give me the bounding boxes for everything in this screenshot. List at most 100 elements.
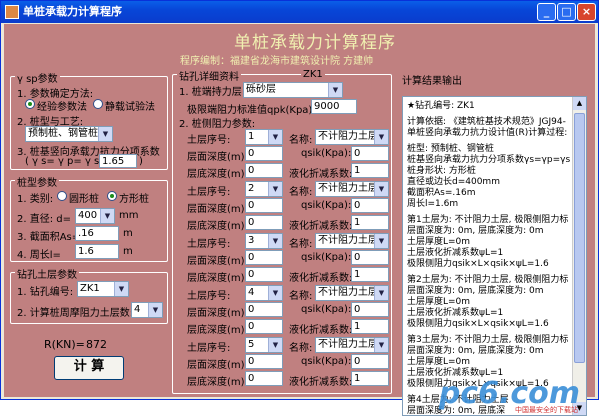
perimeter-input[interactable]: 1.6 (75, 244, 119, 259)
static-test-radio[interactable] (93, 99, 103, 109)
gamma-sp-group: γ sp参数 1. 参数确定方法: 经验参数法 静载试验法 2. 桩型与工艺: … (10, 70, 168, 170)
qpk-label: 极限端阻力标准值qpk(Kpa): (187, 105, 316, 116)
layer-qsik-label: qsik(Kpa): (301, 148, 352, 159)
output-textbox[interactable]: ★钻孔编号: ZK1 计算依据: 《建筑桩基技术规范》JGJ94- 单桩竖向承载力抗… (402, 96, 587, 416)
main-panel: 单桩承载力计算程序 程序编制：福建省龙海市建筑设计院 方建帅 γ sp参数 1.… (4, 24, 595, 416)
maximize-button[interactable]: □ (557, 3, 576, 21)
layer-top-input[interactable]: 0 (245, 198, 283, 213)
layer-top-input[interactable]: 0 (245, 250, 283, 265)
result-label: R(KN)= (44, 338, 85, 351)
round-pile-radio[interactable] (57, 191, 67, 201)
output-line: 桩身形状: 方形桩 (407, 166, 476, 176)
calculate-button[interactable]: 计 算 (54, 356, 124, 380)
output-line: 计算依据: 《建筑桩基技术规范》JGJ94- (407, 117, 566, 127)
layer-name-select[interactable]: 不计阻力土层 ▼ (315, 129, 389, 145)
layer-name-value: 不计阻力土层 (318, 339, 378, 350)
layer-name-select[interactable]: 不计阻力土层 ▼ (315, 285, 389, 301)
layer-top-label: 层面深度(m): (187, 360, 248, 371)
layer-seq-select[interactable]: 2 ▼ (245, 181, 283, 197)
layer-coef-input[interactable]: 1 (351, 319, 389, 334)
square-pile-radio[interactable] (107, 191, 117, 201)
layer-qsik-input[interactable]: 0 (351, 198, 389, 213)
qpk-input[interactable]: 9000 (311, 99, 357, 114)
layer-qsik-label: qsik(Kpa): (301, 252, 352, 263)
chevron-down-icon: ▼ (100, 209, 114, 223)
layer-coef-label: 液化折减系数: (289, 221, 353, 232)
layer-coef-input[interactable]: 1 (351, 371, 389, 386)
layer-bottom-input[interactable]: 0 (245, 371, 283, 386)
output-line: 单桩竖向承载力抗力设计值(R)计算过程: (407, 128, 568, 138)
layer-qsik-label: qsik(Kpa): (301, 356, 352, 367)
layer-bottom-input[interactable]: 0 (245, 319, 283, 334)
app-icon (5, 5, 19, 19)
scroll-up-icon[interactable]: ▲ (573, 97, 586, 110)
experience-method-radio[interactable] (25, 99, 35, 109)
layer-top-input[interactable]: 0 (245, 302, 283, 317)
layer-qsik-input[interactable]: 0 (351, 250, 389, 265)
layer-name-value: 不计阻力土层 (318, 235, 378, 246)
layer-seq-label: 土层序号: (187, 343, 231, 354)
layer-seq-select[interactable]: 4 ▼ (245, 285, 283, 301)
layer-name-label: 名称: (289, 135, 313, 146)
layer-name-select[interactable]: 不计阻力土层 ▼ (315, 337, 389, 353)
chevron-down-icon: ▼ (268, 182, 282, 196)
layer-coef-label: 液化折减系数: (289, 169, 353, 180)
chevron-down-icon: ▼ (268, 234, 282, 248)
layer-name-select[interactable]: 不计阻力土层 ▼ (315, 181, 389, 197)
layer-bottom-input[interactable]: 0 (245, 163, 283, 178)
layer-name-select[interactable]: 不计阻力土层 ▼ (315, 233, 389, 249)
layers-count-label: 2. 计算桩周摩阻力土层数: (17, 308, 134, 319)
scroll-thumb[interactable] (574, 113, 585, 363)
borehole-no-select[interactable]: ZK1 ▼ (77, 281, 129, 297)
pile-type-label: 1. 类别: (17, 194, 54, 205)
pile-process-select[interactable]: 预制桩、钢管桩 ▼ (25, 126, 113, 142)
output-line: 土层液化折减系数ψL=1 (407, 308, 504, 318)
layer-coef-input[interactable]: 1 (351, 267, 389, 282)
gamma-sp-group-title: γ sp参数 (15, 70, 60, 85)
layer-seq-value: 5 (248, 339, 255, 350)
layer-top-input[interactable]: 0 (245, 146, 283, 161)
banner-author: 程序编制：福建省龙海市建筑设计院 方建帅 (180, 56, 374, 67)
area-label: 3. 截面积As= (17, 232, 81, 243)
layers-count-select[interactable]: 4 ▼ (131, 302, 163, 318)
layer-qsik-input[interactable]: 0 (351, 146, 389, 161)
output-line: 周长l=1.6m (407, 199, 459, 209)
side-resistance-label: 2. 桩侧阻力参数: (179, 119, 256, 130)
borehole-group: 钻孔土层参数 1. 钻孔编号: ZK1 ▼ 2. 计算桩周摩阻力土层数: 4 ▼ (10, 266, 168, 324)
layer-seq-select[interactable]: 3 ▼ (245, 233, 283, 249)
layer-seq-select[interactable]: 5 ▼ (245, 337, 283, 353)
output-line: 桩基竖向承载力抗力分项系数γs=γp=γs (407, 155, 571, 165)
diameter-select[interactable]: 400 ▼ (75, 208, 115, 224)
layer-seq-value: 4 (248, 287, 255, 298)
borehole-group-title: 钻孔土层参数 (15, 266, 79, 281)
gamma-value-input[interactable]: 1.65 (99, 154, 137, 168)
bearing-layer-select[interactable]: 砾砂层 ▼ (243, 82, 343, 98)
output-line: 第1土层为: 不计阻力土层, 极限侧阻力标 (407, 215, 569, 225)
layer-name-value: 不计阻力土层 (318, 131, 378, 142)
layer-qsik-input[interactable]: 0 (351, 302, 389, 317)
title-bar[interactable]: 单桩承载力计算程序 _ □ × (1, 1, 598, 23)
layer-bottom-label: 层底深度(m): (187, 169, 248, 180)
layer-bottom-input[interactable]: 0 (245, 267, 283, 282)
borehole-detail-hole: ZK1 (301, 69, 325, 80)
layer-top-input[interactable]: 0 (245, 354, 283, 369)
layer-qsik-input[interactable]: 0 (351, 354, 389, 369)
window-title: 单桩承载力计算程序 (23, 5, 122, 18)
layer-seq-value: 2 (248, 183, 255, 194)
area-input[interactable]: .16 (75, 226, 119, 241)
close-button[interactable]: × (577, 3, 596, 21)
layer-bottom-input[interactable]: 0 (245, 215, 283, 230)
output-scrollbar[interactable]: ▲ ▼ (572, 97, 586, 415)
static-test-label: 静载试验法 (105, 102, 155, 113)
layer-seq-select[interactable]: 1 ▼ (245, 129, 283, 145)
layer-seq-value: 3 (248, 235, 255, 246)
layer-coef-label: 液化折减系数: (289, 273, 353, 284)
layer-top-label: 层面深度(m): (187, 152, 248, 163)
layer-coef-input[interactable]: 1 (351, 215, 389, 230)
minimize-button[interactable]: _ (537, 3, 556, 21)
layer-coef-input[interactable]: 1 (351, 163, 389, 178)
bearing-layer-label: 1. 桩端持力层 (179, 87, 242, 98)
perimeter-label: 4. 周长l= (17, 250, 61, 261)
borehole-detail-title: 钻孔详细资料 (177, 68, 241, 83)
layer-name-value: 不计阻力土层 (318, 287, 378, 298)
